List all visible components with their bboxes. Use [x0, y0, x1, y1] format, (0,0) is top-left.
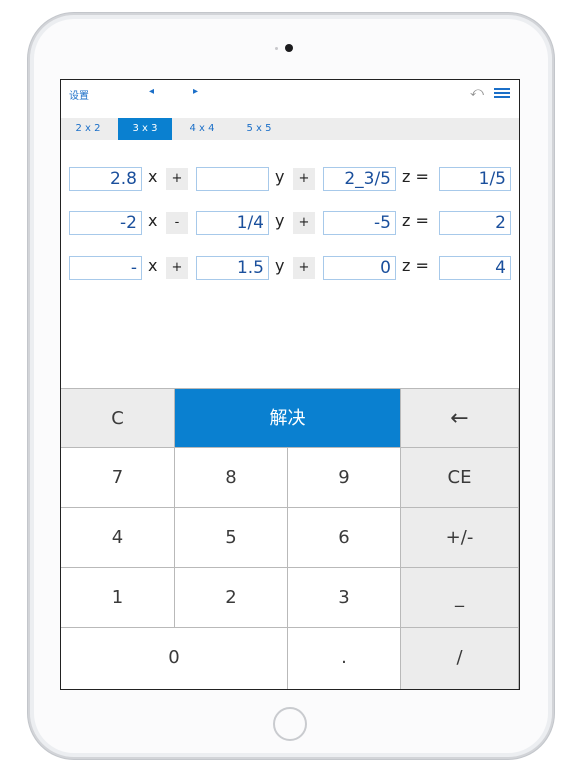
top-bar: 设置 ◂ ▸ ⤺	[61, 80, 519, 108]
home-button[interactable]	[273, 707, 307, 741]
prev-arrow-icon[interactable]: ◂	[149, 86, 154, 97]
op-toggle[interactable]: +	[166, 168, 188, 190]
key-7[interactable]: 7	[61, 448, 175, 508]
undo-icon[interactable]: ⤺	[470, 85, 484, 100]
equation-system: 2.8 x + y + 2_3/5 z = 1/5 -2 x - 1/4 y +…	[61, 140, 519, 388]
op-toggle[interactable]: +	[293, 212, 315, 234]
op-toggle[interactable]: +	[293, 168, 315, 190]
backspace-button[interactable]: ←	[401, 389, 519, 448]
var-label: z =	[402, 256, 429, 275]
key-4[interactable]: 4	[61, 508, 175, 568]
size-tabs: 2 x 2 3 x 3 4 x 4 5 x 5	[61, 118, 519, 140]
coef-z-input[interactable]: 0	[323, 256, 396, 280]
var-label: y	[275, 256, 285, 275]
key-8[interactable]: 8	[175, 448, 288, 508]
mixed-fraction-button[interactable]: _	[401, 568, 519, 628]
coef-y-input[interactable]	[196, 167, 269, 191]
var-label: z =	[402, 167, 429, 186]
key-3[interactable]: 3	[288, 568, 401, 628]
solve-button[interactable]: 解决	[175, 389, 401, 448]
op-toggle[interactable]: +	[166, 257, 188, 279]
key-0[interactable]: 0	[61, 628, 288, 689]
coef-y-input[interactable]: 1/4	[196, 211, 269, 235]
coef-z-input[interactable]: 2_3/5	[323, 167, 396, 191]
tab-5x5[interactable]: 5 x 5	[232, 118, 286, 140]
result-input[interactable]: 1/5	[439, 167, 511, 191]
var-label: y	[275, 211, 285, 230]
key-6[interactable]: 6	[288, 508, 401, 568]
coef-x-input[interactable]: -	[69, 256, 142, 280]
sign-toggle-button[interactable]: +/-	[401, 508, 519, 568]
menu-icon[interactable]	[494, 88, 510, 98]
var-label: y	[275, 167, 285, 186]
fraction-button[interactable]: /	[401, 628, 519, 689]
decimal-button[interactable]: .	[288, 628, 401, 689]
var-label: z =	[402, 211, 429, 230]
result-input[interactable]: 2	[439, 211, 511, 235]
op-toggle[interactable]: -	[166, 212, 188, 234]
front-camera	[285, 44, 293, 52]
coef-x-input[interactable]: -2	[69, 211, 142, 235]
op-toggle[interactable]: +	[293, 257, 315, 279]
tab-3x3[interactable]: 3 x 3	[118, 118, 172, 140]
clear-button[interactable]: C	[61, 389, 175, 448]
result-input[interactable]: 4	[439, 256, 511, 280]
coef-y-input[interactable]: 1.5	[196, 256, 269, 280]
tab-4x4[interactable]: 4 x 4	[175, 118, 229, 140]
tab-2x2[interactable]: 2 x 2	[61, 118, 115, 140]
key-9[interactable]: 9	[288, 448, 401, 508]
key-1[interactable]: 1	[61, 568, 175, 628]
var-label: x	[148, 211, 158, 230]
var-label: x	[148, 167, 158, 186]
app-screen: 设置 ◂ ▸ ⤺ 2 x 2 3 x 3 4 x 4 5 x 5 2.8 x +…	[60, 79, 520, 690]
coef-z-input[interactable]: -5	[323, 211, 396, 235]
clear-entry-button[interactable]: CE	[401, 448, 519, 508]
next-arrow-icon[interactable]: ▸	[193, 86, 198, 97]
key-2[interactable]: 2	[175, 568, 288, 628]
settings-link[interactable]: 设置	[69, 87, 89, 102]
coef-x-input[interactable]: 2.8	[69, 167, 142, 191]
sensor-dot	[275, 47, 278, 50]
key-5[interactable]: 5	[175, 508, 288, 568]
keypad: C 解决 ← 7 8 9 CE 4 5 6 +/- 1 2 3 _ 0 . /	[61, 388, 519, 689]
var-label: x	[148, 256, 158, 275]
